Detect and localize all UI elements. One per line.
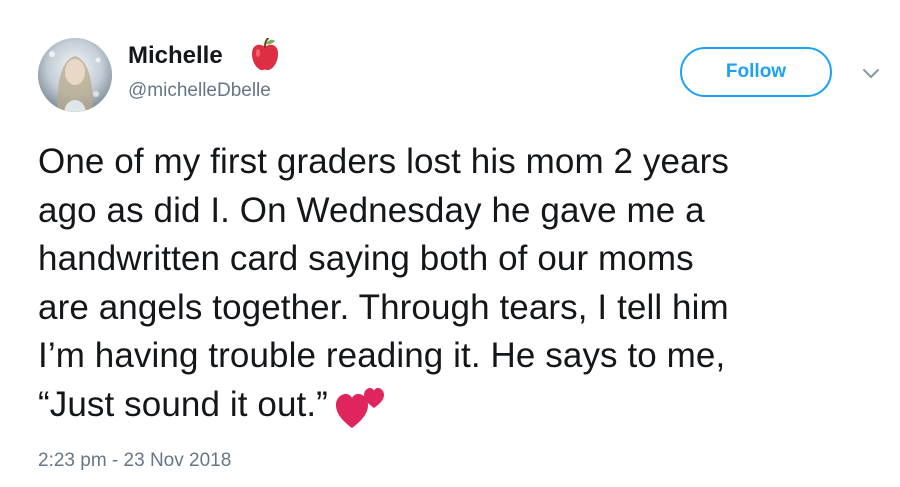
- timestamp[interactable]: 2:23 pm - 23 Nov 2018: [38, 450, 231, 472]
- tweet-line: handwritten card saying both of our moms: [38, 239, 694, 278]
- avatar-image: [38, 38, 112, 112]
- two-hearts-icon: [335, 384, 386, 430]
- display-name[interactable]: Michelle: [128, 42, 223, 70]
- tweet-text: One of my first graders lost his mom 2 y…: [38, 138, 878, 430]
- tweet-line: ago as did I. On Wednesday he gave me a: [38, 190, 705, 230]
- red-apple-icon: [250, 38, 280, 72]
- tweet-card: Michelle @michelleDbelle Follow One of m…: [0, 0, 900, 487]
- chevron-down-icon[interactable]: [862, 68, 880, 80]
- tweet-line: One of my first graders lost his mom 2 y…: [38, 142, 730, 181]
- avatar[interactable]: [38, 38, 112, 112]
- tweet-line: are angels together. Through tears, I te…: [38, 287, 729, 327]
- tweet-line-text: “Just sound it out.”: [38, 384, 328, 424]
- follow-button[interactable]: Follow: [680, 47, 832, 97]
- user-handle[interactable]: @michelleDbelle: [128, 80, 271, 102]
- tweet-line: I’m having trouble reading it. He says t…: [38, 336, 726, 375]
- tweet-line-last: “Just sound it out.”: [38, 381, 878, 430]
